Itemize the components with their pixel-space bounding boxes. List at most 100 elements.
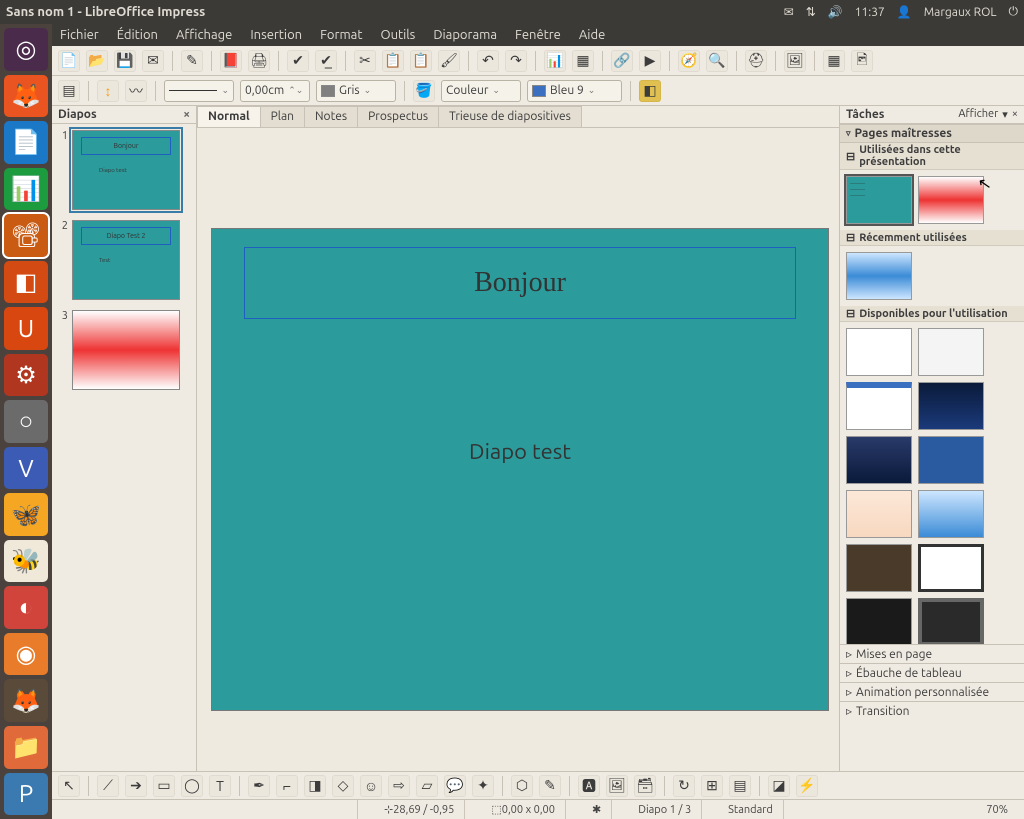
fill-color-combo[interactable]: Bleu 9 ⌄: [527, 80, 622, 102]
tab-sorter[interactable]: Trieuse de diapositives: [438, 106, 582, 127]
launcher-p[interactable]: P: [4, 773, 48, 816]
user-icon[interactable]: 👤: [897, 5, 912, 19]
launcher-ubuntu-one[interactable]: U: [4, 307, 48, 350]
line-color-combo[interactable]: Gris ⌄: [316, 80, 396, 102]
fontwork-tool[interactable]: 🅰: [578, 775, 600, 797]
glue-tool[interactable]: ✎: [539, 775, 561, 797]
slide-design-button[interactable]: 🖻: [851, 50, 873, 72]
master-thumb[interactable]: [846, 490, 912, 538]
master-thumb-current-teal[interactable]: —————————: [846, 176, 912, 224]
launcher-blender[interactable]: ◉: [4, 633, 48, 676]
points-tool[interactable]: ⬡: [511, 775, 533, 797]
launcher-firefox[interactable]: 🦊: [4, 75, 48, 118]
shadow-button[interactable]: ◧: [639, 80, 661, 102]
ellipse-tool[interactable]: ◯: [181, 775, 203, 797]
hyperlink-button[interactable]: 🔗: [611, 50, 633, 72]
from-file-tool[interactable]: 🖼: [606, 775, 628, 797]
slide-canvas[interactable]: Bonjour Diapo test: [211, 228, 829, 711]
help-button[interactable]: ⛑: [745, 50, 767, 72]
flowchart-tool[interactable]: ▱: [416, 775, 438, 797]
sub-used-in-pres[interactable]: ⊟ Utilisées dans cette présentation: [840, 143, 1024, 170]
arrange-tool[interactable]: ▤: [729, 775, 751, 797]
master-thumb[interactable]: [846, 436, 912, 484]
new-button[interactable]: 📄: [58, 50, 80, 72]
export-pdf-button[interactable]: 📕: [220, 50, 242, 72]
clock[interactable]: 11:37: [855, 6, 885, 19]
launcher-writer[interactable]: 📄: [4, 121, 48, 164]
arrow-style-button[interactable]: ↕: [97, 80, 119, 102]
status-zoom[interactable]: 70%: [976, 800, 1018, 819]
menu-diaporama[interactable]: Diaporama: [433, 28, 497, 42]
section-master-pages[interactable]: ▿ Pages maîtresses: [840, 124, 1024, 143]
arrow-tool[interactable]: ➔: [125, 775, 147, 797]
master-thumb[interactable]: [918, 598, 984, 644]
launcher-gimp[interactable]: 🦊: [4, 679, 48, 722]
slide-body-text[interactable]: Diapo test: [212, 439, 828, 464]
save-button[interactable]: 💾: [114, 50, 136, 72]
master-thumb[interactable]: [918, 328, 984, 376]
launcher-settings[interactable]: ⚙: [4, 354, 48, 397]
master-thumb[interactable]: [846, 598, 912, 644]
tab-notes[interactable]: Notes: [304, 106, 358, 127]
grid-button[interactable]: ▦: [823, 50, 845, 72]
slideshow-button[interactable]: ▶: [639, 50, 661, 72]
chart-button[interactable]: 📊: [544, 50, 566, 72]
arrange-button[interactable]: ▤: [58, 80, 80, 102]
master-thumb[interactable]: [846, 544, 912, 592]
menu-fichier[interactable]: Fichier: [60, 28, 99, 42]
curve-tool[interactable]: ✒: [248, 775, 270, 797]
menu-insertion[interactable]: Insertion: [250, 28, 302, 42]
cut-button[interactable]: ✂: [354, 50, 376, 72]
section-table-draft[interactable]: ▹ Ébauche de tableau: [840, 663, 1024, 682]
gallery-tool[interactable]: 🗃: [634, 775, 656, 797]
master-thumb-red[interactable]: [918, 176, 984, 224]
rotate-tool[interactable]: ↻: [673, 775, 695, 797]
stars-tool[interactable]: ✦: [472, 775, 494, 797]
tab-plan[interactable]: Plan: [260, 106, 305, 127]
line-style-button[interactable]: 〰: [125, 80, 147, 102]
slide-panel-close[interactable]: ×: [183, 108, 190, 121]
menu-format[interactable]: Format: [320, 28, 362, 42]
tasks-display[interactable]: Afficher: [958, 108, 998, 121]
master-thumb[interactable]: [918, 544, 984, 592]
launcher-app2[interactable]: 🐝: [4, 540, 48, 583]
edit-button[interactable]: ✎: [181, 50, 203, 72]
line-style-combo[interactable]: ⌄: [164, 80, 234, 102]
block-arrows-tool[interactable]: ⇨: [388, 775, 410, 797]
master-thumb[interactable]: [918, 490, 984, 538]
power-icon[interactable]: ⏻: [1009, 5, 1019, 19]
section-transition[interactable]: ▹ Transition: [840, 701, 1024, 720]
network-icon[interactable]: ⇅: [806, 5, 816, 19]
volume-icon[interactable]: 🔊: [828, 5, 843, 19]
print-button[interactable]: 🖨: [248, 50, 270, 72]
mail-icon[interactable]: ✉: [784, 5, 794, 19]
master-thumb[interactable]: [918, 436, 984, 484]
launcher-files[interactable]: 📁: [4, 726, 48, 769]
launcher-calc[interactable]: 📊: [4, 168, 48, 211]
master-thumb-recent-1[interactable]: [846, 252, 912, 300]
menu-outils[interactable]: Outils: [380, 28, 415, 42]
tasks-close[interactable]: ×: [1012, 108, 1018, 121]
fill-mode-combo[interactable]: Couleur ⌄: [441, 80, 521, 102]
redo-button[interactable]: ↷: [505, 50, 527, 72]
menu-fenetre[interactable]: Fenêtre: [515, 28, 561, 42]
slide-thumb-3[interactable]: [72, 310, 180, 390]
zoom-button[interactable]: 🔍: [706, 50, 728, 72]
select-tool[interactable]: ↖: [58, 775, 80, 797]
callouts-tool[interactable]: 💬: [444, 775, 466, 797]
slide-title-box[interactable]: Bonjour: [244, 247, 796, 319]
master-thumb[interactable]: [846, 328, 912, 376]
master-thumb[interactable]: [918, 382, 984, 430]
area-button[interactable]: 🪣: [413, 80, 435, 102]
sub-available[interactable]: ⊟ Disponibles pour l'utilisation: [840, 306, 1024, 322]
section-animation[interactable]: ▹ Animation personnalisée: [840, 682, 1024, 701]
launcher-v[interactable]: V: [4, 447, 48, 490]
open-button[interactable]: 📂: [86, 50, 108, 72]
basic-shapes-tool[interactable]: ◇: [332, 775, 354, 797]
connector-tool[interactable]: ⌐: [276, 775, 298, 797]
interaction-tool[interactable]: ⚡: [796, 775, 818, 797]
text-tool[interactable]: T: [209, 775, 231, 797]
canvas-area[interactable]: Bonjour Diapo test: [197, 128, 839, 771]
email-button[interactable]: ✉: [142, 50, 164, 72]
symbol-shapes-tool[interactable]: ☺: [360, 775, 382, 797]
